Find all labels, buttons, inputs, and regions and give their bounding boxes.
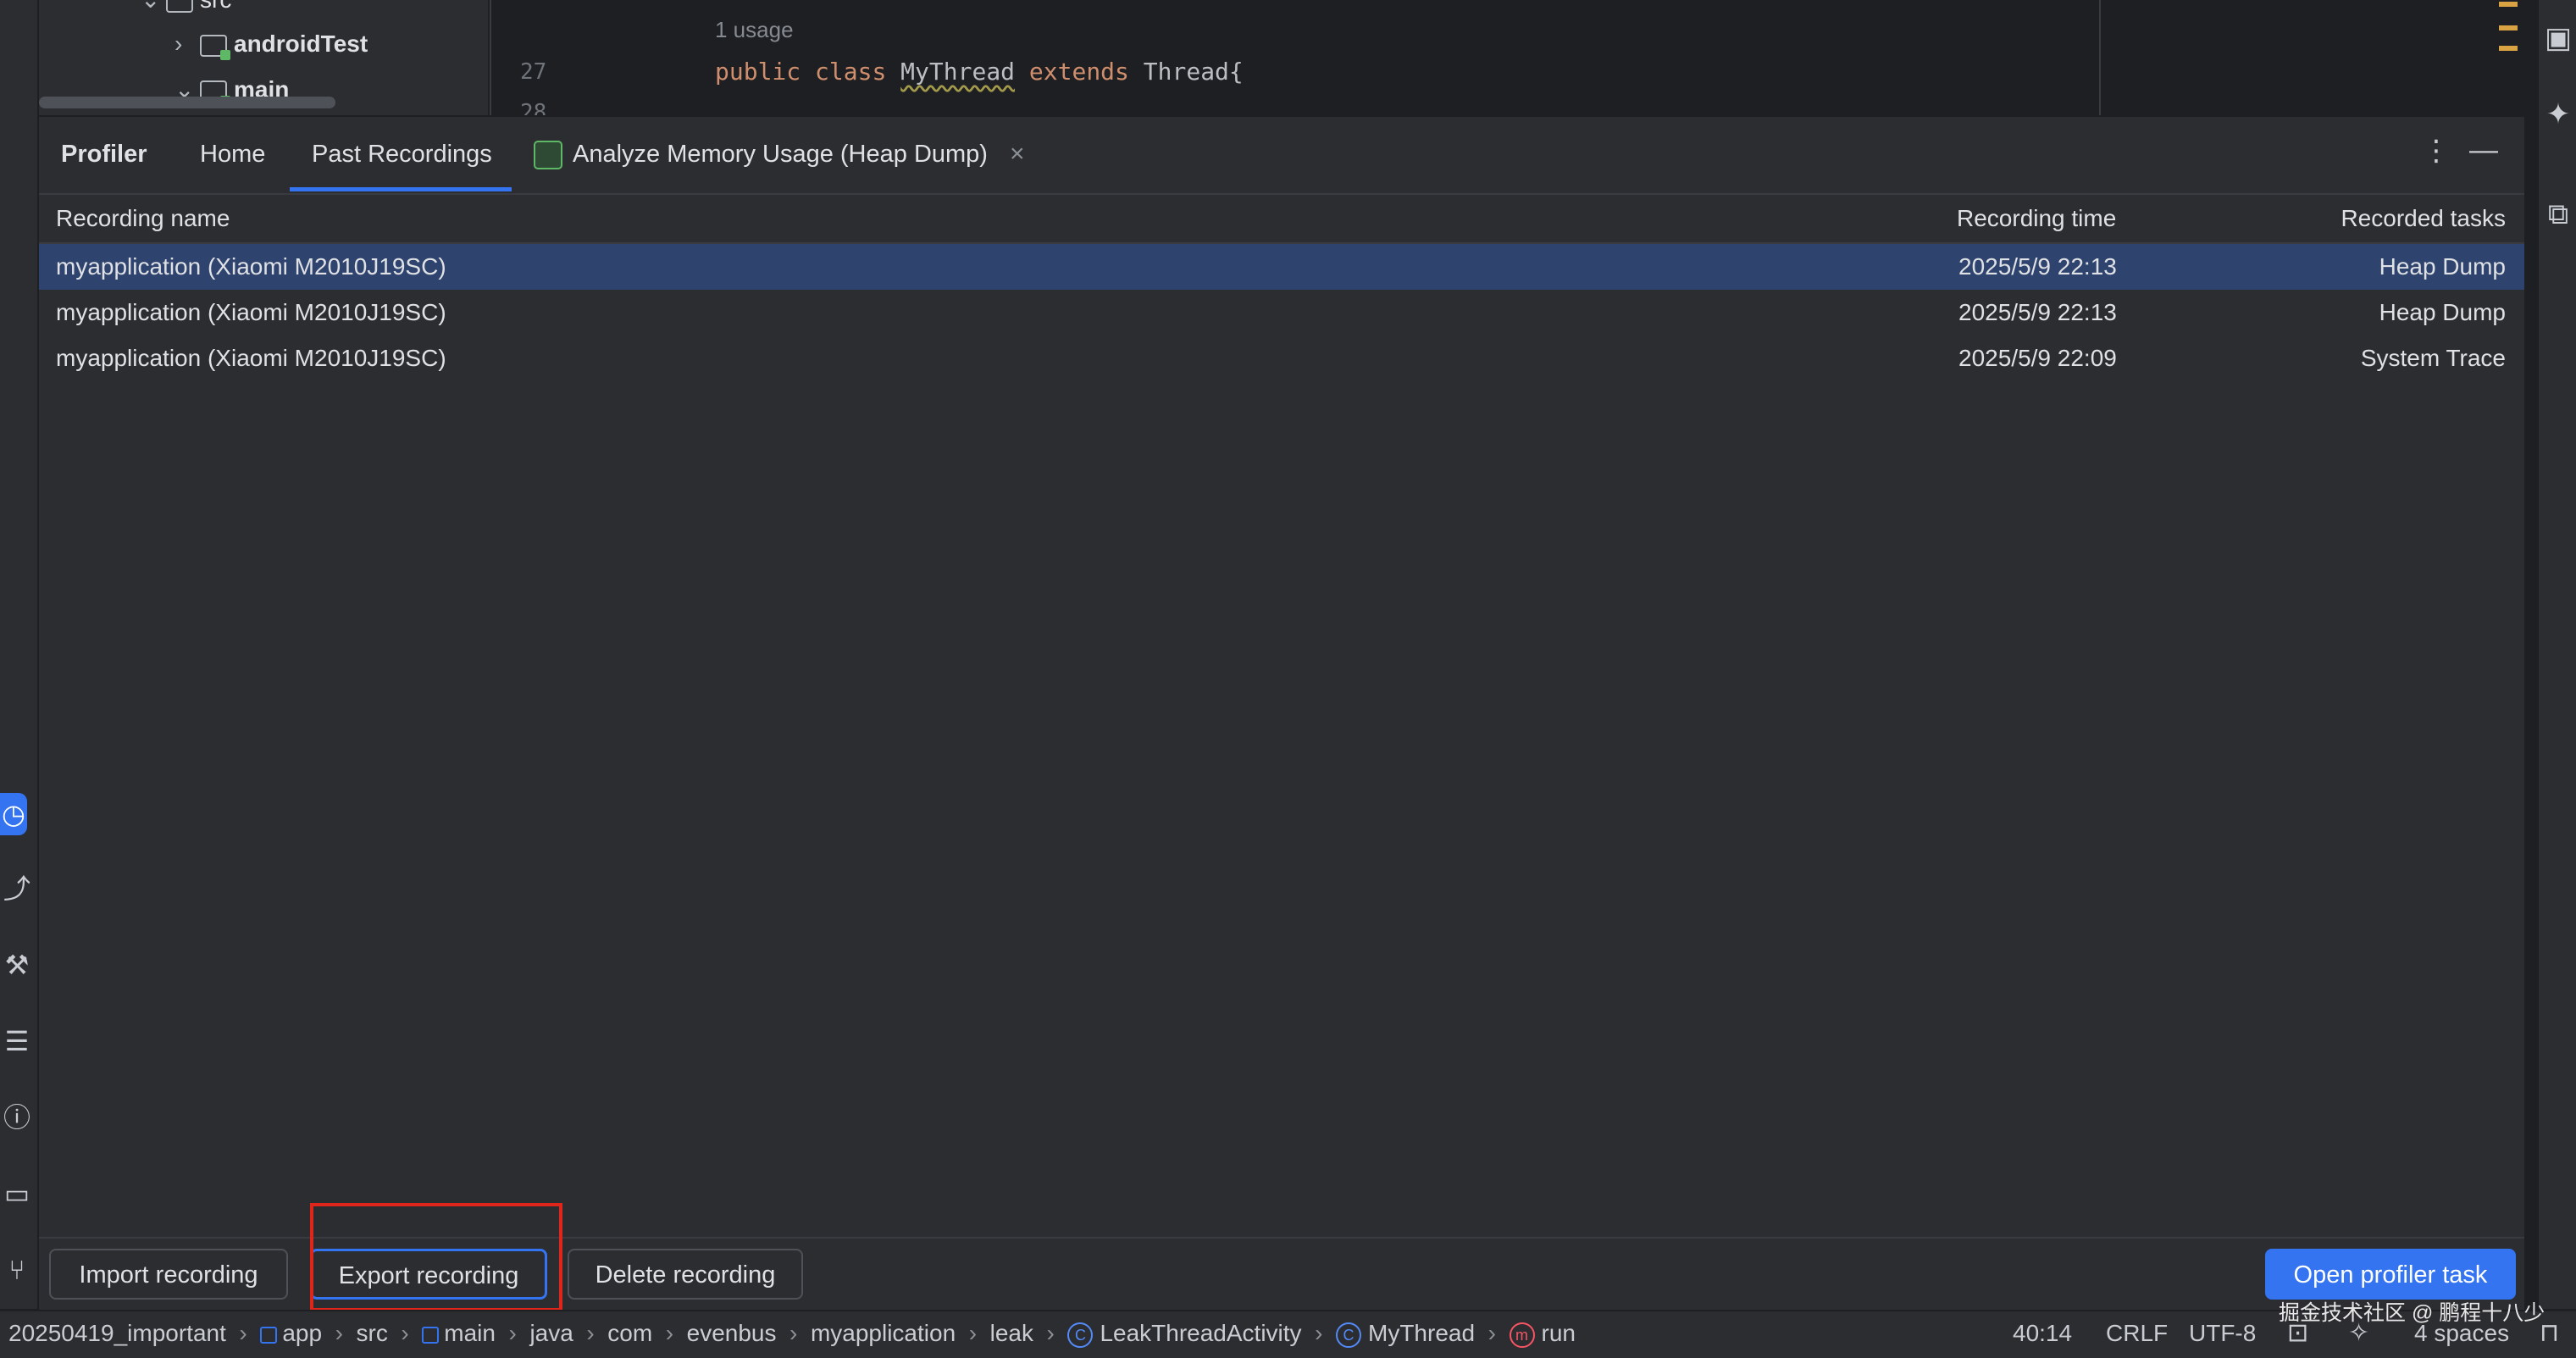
tree-item-androidtest[interactable]: › androidTest	[175, 22, 368, 66]
breadcrumb-activity[interactable]: LeakThreadActivity	[1100, 1320, 1301, 1346]
tab-past-recordings[interactable]: Past Recordings	[290, 117, 512, 191]
line-ending[interactable]: CRLF	[2106, 1310, 2168, 1356]
tab-label: Home	[200, 141, 266, 168]
profiler-title: Profiler	[61, 141, 147, 168]
terminal-tool-icon[interactable]: ▭	[0, 1172, 34, 1215]
import-recording-button[interactable]: Import recording	[49, 1249, 288, 1300]
heap-dump-icon	[534, 141, 562, 170]
folder-icon	[200, 34, 230, 60]
chevron-right-icon: ›	[175, 30, 183, 57]
chevron-right-icon: ›	[1481, 1320, 1503, 1346]
recorded-task: System Trace	[2360, 345, 2506, 371]
column-header-time[interactable]: Recording time	[1957, 195, 2116, 242]
class-icon: C	[1067, 1322, 1094, 1348]
breadcrumb-method[interactable]: run	[1542, 1320, 1576, 1346]
breadcrumb-src[interactable]: src	[357, 1320, 388, 1346]
column-header-tasks[interactable]: Recorded tasks	[2341, 195, 2506, 242]
warning-marker[interactable]	[2499, 25, 2518, 30]
line-number: 27	[520, 59, 547, 85]
recorded-task: Heap Dump	[2379, 253, 2506, 280]
chevron-down-icon: ⌄	[141, 0, 166, 22]
code-keyword: class	[815, 58, 887, 86]
minimize-icon[interactable]: —	[2467, 134, 2501, 167]
chevron-right-icon: ›	[232, 1320, 254, 1346]
breadcrumb-com[interactable]: com	[607, 1320, 652, 1346]
tab-label: Past Recordings	[312, 141, 492, 168]
close-icon[interactable]: ×	[1010, 140, 1025, 168]
open-profiler-task-button[interactable]: Open profiler task	[2265, 1249, 2516, 1300]
device-manager-icon[interactable]: ▣	[2544, 19, 2573, 58]
code-keyword: public	[715, 58, 801, 86]
editor-split-pane[interactable]	[2099, 0, 2524, 115]
tree-item-src[interactable]: ⌄ src	[141, 0, 231, 22]
chevron-right-icon: ›	[328, 1320, 350, 1346]
left-tool-strip: ◷ ⤴ ⚒ ☰ ⓘ ▭ ⑂	[0, 0, 39, 1309]
breadcrumb-evenbus[interactable]: evenbus	[687, 1320, 777, 1346]
recording-name: myapplication (Xiaomi M2010J19SC)	[56, 345, 446, 371]
source-root-icon	[422, 1326, 440, 1344]
right-tool-strip: ▣ ✦ ⧉	[2537, 0, 2576, 1309]
profiler-header: Profiler Home Past Recordings Analyze Me…	[39, 117, 2524, 195]
device-explorer-icon[interactable]: ⧉	[2544, 195, 2573, 234]
recording-name: myapplication (Xiaomi M2010J19SC)	[56, 253, 446, 280]
tree-item-label: src	[200, 0, 231, 13]
chevron-right-icon: ›	[1039, 1320, 1061, 1346]
tree-scrollbar[interactable]	[39, 97, 335, 108]
breadcrumb-app[interactable]: app	[282, 1320, 322, 1346]
breadcrumb-project[interactable]: 20250419_important	[8, 1320, 226, 1346]
git-tool-icon[interactable]: ⑂	[0, 1249, 34, 1291]
chevron-right-icon: ›	[1308, 1320, 1330, 1346]
code-parent: Thread{	[1143, 58, 1244, 86]
breadcrumb: 20250419_important › app › src › main › …	[8, 1310, 1576, 1356]
chevron-right-icon: ›	[783, 1320, 805, 1346]
recording-time: 2025/5/9 22:13	[1958, 253, 2117, 280]
tab-label: Analyze Memory Usage (Heap Dump)	[573, 141, 988, 168]
code-class-name: MyThread	[900, 58, 1016, 86]
logcat-tool-icon[interactable]: ☰	[0, 1020, 34, 1062]
table-row[interactable]: myapplication (Xiaomi M2010J19SC) 2025/5…	[39, 335, 2524, 381]
file-encoding[interactable]: UTF-8	[2189, 1310, 2256, 1356]
annotation-highlight-box	[310, 1203, 562, 1311]
tree-item-label: androidTest	[234, 30, 368, 57]
usage-hint[interactable]: 1 usage	[715, 17, 794, 43]
code-line: public class MyThread extends Thread{	[715, 58, 1244, 86]
chevron-right-icon: ›	[658, 1320, 680, 1346]
breadcrumb-java[interactable]: java	[529, 1320, 573, 1346]
watermark: 掘金技术社区 @ 鹏程十八少	[2279, 1301, 2546, 1325]
hammer-tool-icon[interactable]: ⚒	[0, 944, 34, 986]
recording-name: myapplication (Xiaomi M2010J19SC)	[56, 299, 446, 325]
module-icon	[260, 1326, 278, 1344]
table-row[interactable]: myapplication (Xiaomi M2010J19SC) 2025/5…	[39, 244, 2524, 290]
tab-heap-dump[interactable]: Analyze Memory Usage (Heap Dump) ×	[534, 117, 1025, 191]
chevron-right-icon: ›	[394, 1320, 416, 1346]
code-keyword: extends	[1028, 58, 1129, 86]
breadcrumb-myapplication[interactable]: myapplication	[811, 1320, 956, 1346]
profiler-tool-icon[interactable]: ◷	[0, 793, 27, 835]
class-icon: C	[1336, 1322, 1361, 1348]
delete-recording-button[interactable]: Delete recording	[568, 1249, 803, 1300]
folder-icon	[166, 0, 193, 13]
method-icon: m	[1509, 1322, 1535, 1348]
breadcrumb-leak[interactable]: leak	[990, 1320, 1033, 1346]
recording-time: 2025/5/9 22:13	[1958, 299, 2117, 325]
column-header-name[interactable]: Recording name	[56, 195, 230, 242]
tab-home[interactable]: Home	[200, 117, 265, 191]
recordings-table-header: Recording name Recording time Recorded t…	[39, 195, 2524, 244]
warning-marker[interactable]	[2499, 46, 2518, 51]
breadcrumb-class[interactable]: MyThread	[1368, 1320, 1475, 1346]
gemini-sparkle-icon[interactable]: ✦	[2544, 95, 2573, 134]
breadcrumb-main[interactable]: main	[444, 1320, 496, 1346]
more-options-icon[interactable]: ⋮	[2419, 134, 2453, 168]
chevron-right-icon: ›	[579, 1320, 601, 1346]
chevron-right-icon: ›	[961, 1320, 983, 1346]
build-tool-icon[interactable]: ⤴	[0, 867, 34, 910]
chevron-right-icon: ›	[501, 1320, 524, 1346]
recorded-task: Heap Dump	[2379, 299, 2506, 325]
warning-marker[interactable]	[2499, 2, 2518, 7]
caret-position[interactable]: 40:14	[2013, 1310, 2072, 1356]
recording-time: 2025/5/9 22:09	[1958, 345, 2117, 371]
table-row[interactable]: myapplication (Xiaomi M2010J19SC) 2025/5…	[39, 290, 2524, 335]
problems-tool-icon[interactable]: ⓘ	[0, 1096, 34, 1139]
